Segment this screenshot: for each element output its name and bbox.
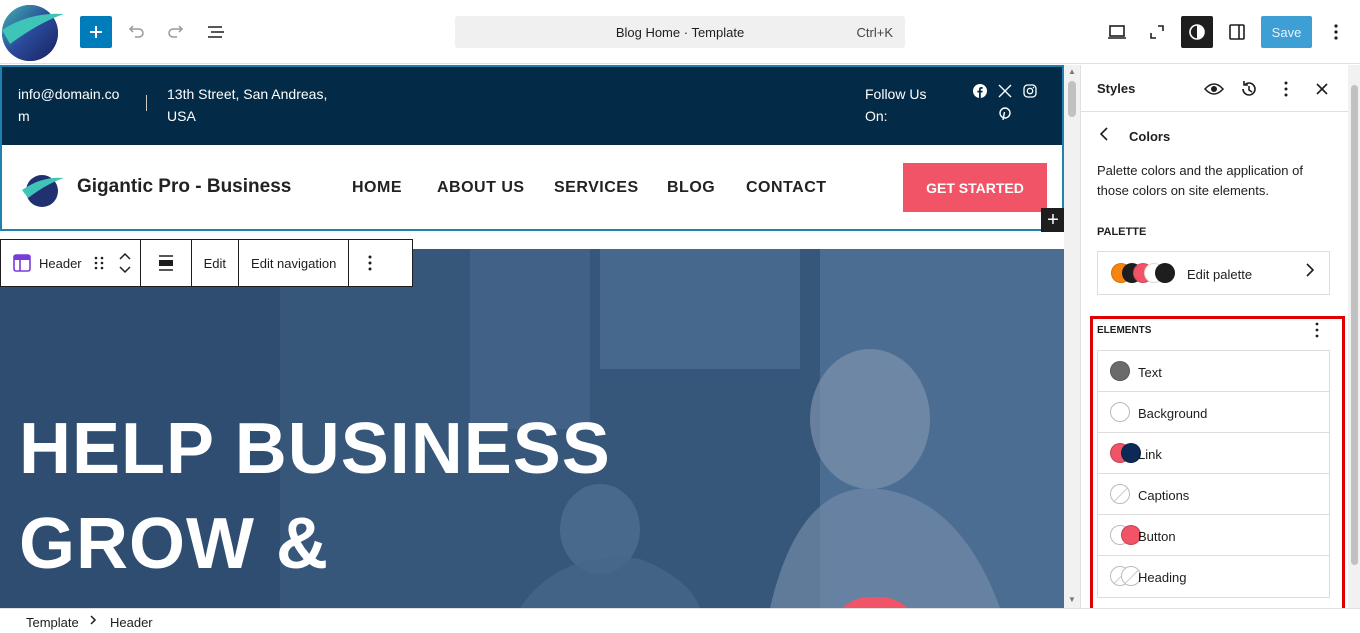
element-label: Link	[1138, 447, 1162, 462]
menu-item-blog[interactable]: BLOG	[667, 179, 715, 197]
instagram-icon[interactable]	[1023, 84, 1037, 101]
contact-email: info@domain.com	[18, 86, 120, 124]
elements-list: Text Background Link Captions Button Hea…	[1097, 350, 1330, 598]
follow-us-label: Follow Us On:	[865, 86, 927, 124]
drag-handle-icon[interactable]	[94, 255, 104, 271]
close-icon[interactable]	[1311, 78, 1333, 100]
sidebar-options-icon[interactable]	[1275, 78, 1297, 100]
section-description: Palette colors and the application of th…	[1097, 163, 1303, 198]
add-block-icon[interactable]: +	[1041, 208, 1064, 232]
get-started-button[interactable]: GET STARTED	[903, 163, 1047, 212]
edit-palette-button[interactable]: Edit palette	[1097, 251, 1330, 295]
style-book-eye-icon[interactable]	[1203, 78, 1225, 100]
block-toolbar: Header Edit Edit navigation	[0, 239, 413, 287]
editor-canvas[interactable]: info@domain.com 13th Street, San Andreas…	[0, 65, 1064, 608]
styles-sidebar: Styles Colors Palette colors and the app…	[1080, 65, 1360, 611]
element-item-link[interactable]: Link	[1098, 433, 1329, 474]
x-twitter-icon[interactable]	[998, 84, 1012, 101]
redo-icon[interactable]	[160, 16, 192, 48]
block-name-label: Header	[39, 255, 82, 271]
chevron-right-icon	[89, 613, 97, 630]
element-label: Captions	[1138, 488, 1190, 503]
settings-sidebar-icon[interactable]	[1221, 16, 1253, 48]
back-chevron-icon[interactable]	[1099, 127, 1109, 146]
element-item-text[interactable]: Text	[1098, 351, 1329, 392]
palette-swatch	[1155, 263, 1175, 283]
list-view-icon[interactable]	[200, 16, 232, 48]
sidebar-scrollbar-thumb[interactable]	[1351, 85, 1358, 565]
facebook-icon[interactable]	[973, 84, 987, 101]
menu-item-home[interactable]: HOME	[352, 179, 402, 197]
save-button[interactable]: Save	[1261, 16, 1312, 48]
elements-options-icon[interactable]	[1306, 319, 1328, 341]
template-part-icon	[13, 254, 31, 272]
scrollbar-thumb[interactable]	[1068, 81, 1076, 117]
contact-address: 13th Street, San Andreas, USA	[167, 86, 328, 124]
edit-button[interactable]: Edit	[192, 240, 240, 286]
element-item-button[interactable]: Button	[1098, 515, 1329, 556]
color-indicator	[1110, 484, 1130, 504]
sidebar-scrollbar[interactable]	[1348, 65, 1360, 608]
site-editor: Blog Home · Template Ctrl+K Save info@do…	[0, 0, 1360, 633]
sidebar-header: Styles	[1081, 65, 1360, 112]
element-label: Heading	[1138, 570, 1187, 585]
element-label: Button	[1138, 529, 1176, 544]
device-preview-icon[interactable]	[1101, 16, 1133, 48]
hero-heading-line-1: HELP BUSINESS	[19, 409, 611, 489]
block-inserter-button[interactable]	[80, 16, 112, 48]
menu-item-services[interactable]: SERVICES	[554, 179, 639, 197]
canvas-scrollbar[interactable]: ▲ ▼	[1064, 65, 1080, 608]
more-options-icon[interactable]	[1320, 16, 1352, 48]
scroll-up-icon[interactable]: ▲	[1068, 67, 1076, 76]
edit-navigation-button[interactable]: Edit navigation	[239, 240, 350, 286]
fullscreen-icon[interactable]	[1141, 16, 1173, 48]
element-label: Background	[1138, 406, 1208, 421]
hero-section[interactable]: HELP BUSINESS GROW &	[0, 249, 1064, 608]
color-indicator	[1110, 402, 1130, 422]
align-icon[interactable]	[141, 240, 192, 286]
element-item-heading[interactable]: Heading	[1098, 556, 1329, 597]
color-indicator	[1110, 361, 1130, 381]
element-item-background[interactable]: Background	[1098, 392, 1329, 433]
edit-palette-label: Edit palette	[1187, 267, 1253, 282]
breadcrumb-item-header[interactable]: Header	[110, 615, 153, 630]
styles-toggle-icon[interactable]	[1181, 16, 1213, 48]
block-type-button[interactable]: Header	[1, 240, 141, 286]
site-title[interactable]: Gigantic Pro - Business	[77, 176, 291, 198]
site-icon[interactable]	[0, 0, 64, 64]
chevron-right-icon	[1305, 263, 1315, 282]
command-title: Blog Home · Template	[615, 25, 745, 40]
move-up-down-icon[interactable]	[118, 249, 132, 277]
header-top-strip[interactable]: info@domain.com 13th Street, San Andreas…	[0, 65, 1064, 145]
palette-label: PALETTE	[1097, 226, 1147, 238]
command-shortcut: Ctrl+K	[856, 25, 893, 40]
hero-heading-line-2: GROW &	[19, 504, 329, 584]
revisions-history-icon[interactable]	[1238, 78, 1260, 100]
hero-heading[interactable]: HELP BUSINESS GROW &	[19, 402, 611, 592]
breadcrumb: Template Header	[0, 608, 1360, 633]
element-label: Text	[1138, 365, 1162, 380]
menu-item-contact[interactable]: CONTACT	[746, 179, 827, 197]
elements-label: ELEMENTS	[1097, 325, 1152, 336]
pinterest-icon[interactable]	[998, 107, 1012, 124]
site-navigation-bar[interactable]: Gigantic Pro - Business HOME ABOUT US SE…	[0, 145, 1064, 231]
brand-logo-icon[interactable]	[20, 170, 66, 208]
command-palette-button[interactable]: Blog Home · Template Ctrl+K	[455, 16, 905, 48]
undo-icon[interactable]	[120, 16, 152, 48]
menu-item-about-us[interactable]: ABOUT US	[437, 179, 525, 197]
breadcrumb-item-template[interactable]: Template	[26, 615, 79, 630]
scroll-down-icon[interactable]: ▼	[1068, 595, 1076, 604]
section-title: Colors	[1129, 129, 1171, 144]
sidebar-title: Styles	[1097, 81, 1136, 96]
divider	[146, 95, 147, 111]
element-item-captions[interactable]: Captions	[1098, 474, 1329, 515]
editor-toolbar: Blog Home · Template Ctrl+K Save	[0, 0, 1360, 64]
block-options-icon[interactable]	[349, 240, 391, 286]
